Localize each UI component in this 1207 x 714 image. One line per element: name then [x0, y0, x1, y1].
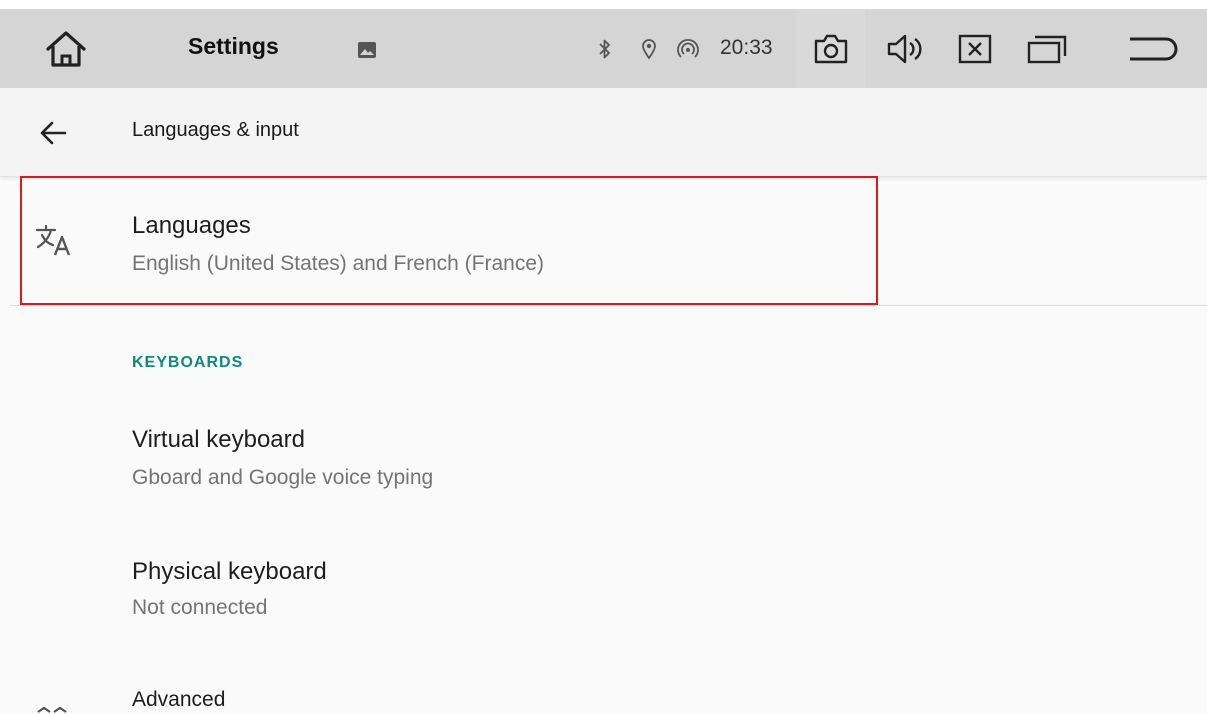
- status-bar: Settings 20:33: [0, 9, 1207, 88]
- recent-apps-icon[interactable]: [1025, 33, 1069, 65]
- page-title: Languages & input: [132, 119, 299, 141]
- home-icon[interactable]: [44, 28, 88, 70]
- arrow-back-icon[interactable]: [36, 118, 70, 148]
- virtual-keyboard-title: Virtual keyboard: [132, 426, 305, 453]
- virtual-keyboard-summary: Gboard and Google voice typing: [132, 466, 434, 489]
- screenshot-camera-icon[interactable]: [813, 32, 849, 66]
- bluetooth-icon: [597, 37, 613, 61]
- image-icon: [356, 41, 378, 59]
- app-bar: Languages & input: [0, 88, 1207, 177]
- expand-more-icon: [36, 706, 68, 714]
- status-time: 20:33: [720, 36, 773, 59]
- status-app-title: Settings: [188, 33, 279, 59]
- location-icon: [640, 37, 658, 61]
- physical-keyboard-summary: Not connected: [132, 596, 268, 619]
- keyboards-section-header: KEYBOARDS: [132, 354, 244, 371]
- volume-icon[interactable]: [885, 33, 925, 65]
- advanced-title: Advanced: [132, 688, 226, 711]
- selection-highlight: [20, 176, 878, 305]
- virtual-keyboard-row[interactable]: Virtual keyboard Gboard and Google voice…: [0, 408, 1207, 518]
- close-window-icon[interactable]: [957, 33, 993, 65]
- hotspot-icon: [676, 37, 700, 61]
- advanced-row[interactable]: Advanced: [0, 670, 1207, 714]
- divider: [10, 305, 1207, 306]
- back-icon[interactable]: [1125, 33, 1183, 65]
- top-strip: [0, 0, 1207, 9]
- physical-keyboard-row[interactable]: Physical keyboard Not connected: [0, 540, 1207, 650]
- physical-keyboard-title: Physical keyboard: [132, 558, 327, 585]
